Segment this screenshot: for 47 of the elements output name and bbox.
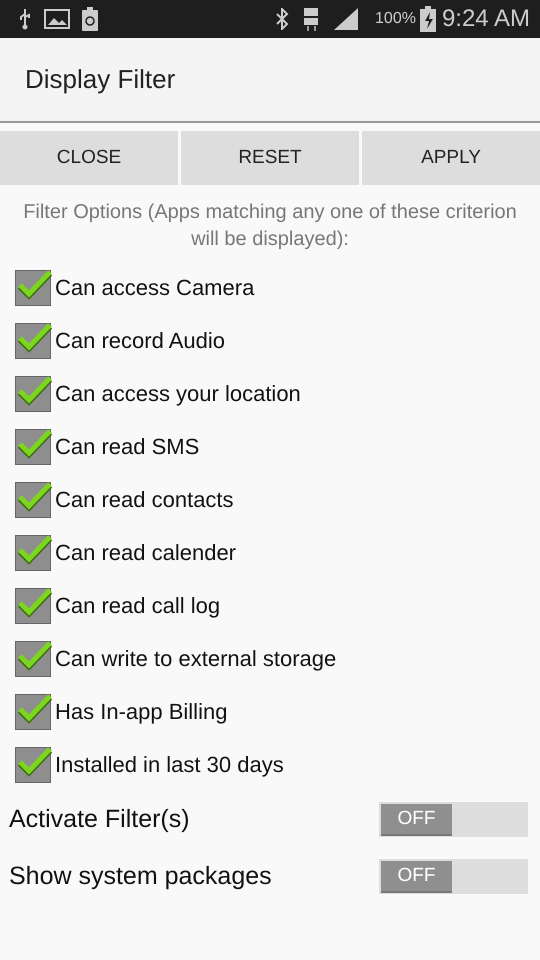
checkbox[interactable]	[15, 694, 51, 730]
checkbox[interactable]	[15, 376, 51, 412]
usb-icon	[18, 8, 32, 30]
battery-percent: 100%	[375, 10, 416, 28]
switch-thumb: OFF	[381, 860, 452, 892]
check-icon	[17, 640, 53, 672]
check-icon	[17, 586, 53, 618]
check-icon	[17, 534, 53, 566]
checkbox[interactable]	[15, 270, 51, 306]
check-icon	[17, 428, 53, 460]
check-icon	[17, 374, 53, 406]
screen-title: Display Filter	[25, 64, 176, 95]
check-icon	[17, 692, 53, 724]
action-button[interactable]: CLOSE	[0, 131, 178, 185]
checkbox[interactable]	[15, 322, 51, 358]
switch-label: Show system packages	[9, 862, 272, 891]
checkbox[interactable]	[15, 588, 51, 624]
checkbox[interactable]	[15, 746, 51, 782]
clock: 9:24 AM	[442, 5, 530, 33]
check-icon	[17, 480, 53, 512]
checkbox-label: Can read contacts	[55, 486, 234, 512]
switch-thumb: OFF	[381, 804, 452, 836]
checkbox-label: Can write to external storage	[55, 646, 336, 672]
checkbox-label: Has In-app Billing	[55, 698, 228, 724]
checkbox-label: Can access your location	[55, 380, 301, 406]
checkbox[interactable]	[15, 534, 51, 570]
image-icon	[44, 8, 70, 30]
filter-hint: Filter Options (Apps matching any one of these criterion will be displayed):	[22, 200, 518, 252]
action-button[interactable]: APPLY	[362, 131, 540, 185]
battery-charging-icon	[420, 6, 436, 32]
battery-recycle-icon	[82, 7, 98, 31]
action-button[interactable]: RESET	[181, 131, 359, 185]
check-icon	[17, 746, 53, 778]
checkbox-label: Can access Camera	[55, 274, 254, 300]
signal-icon	[333, 7, 360, 31]
checkbox[interactable]	[15, 428, 51, 464]
checkbox[interactable]	[15, 482, 51, 518]
checkbox-label: Can read SMS	[55, 434, 200, 460]
checkbox-label: Can read call log	[55, 592, 220, 618]
switch-label: Activate Filter(s)	[9, 805, 190, 834]
check-icon	[17, 322, 53, 354]
checkbox-label: Can read calender	[55, 540, 236, 566]
checkbox-label: Can record Audio	[55, 328, 225, 354]
checkbox-label: Installed in last 30 days	[55, 752, 284, 778]
check-icon	[17, 268, 53, 300]
checkbox[interactable]	[15, 640, 51, 676]
bluetooth-icon	[275, 8, 290, 30]
